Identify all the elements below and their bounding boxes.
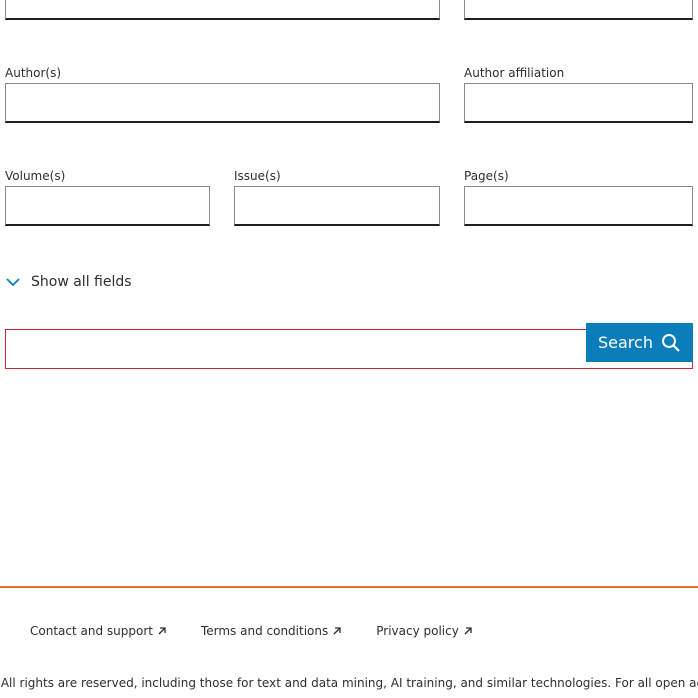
advanced-search-page: Author(s) Author affiliation Volume(s) I…	[0, 0, 698, 698]
volume-label: Volume(s)	[5, 169, 66, 183]
search-icon	[661, 333, 681, 353]
chevron-down-icon	[5, 277, 21, 287]
footer-links: Contact and support Terms and conditions…	[30, 624, 473, 638]
author-label: Author(s)	[5, 66, 62, 80]
author-input[interactable]	[5, 83, 440, 123]
author-affiliation-label: Author affiliation	[464, 66, 565, 80]
page-label: Page(s)	[464, 169, 509, 183]
issue-label: Issue(s)	[234, 169, 281, 183]
footer-link-privacy-policy[interactable]: Privacy policy	[376, 624, 473, 638]
footer-link-terms-conditions[interactable]: Terms and conditions	[201, 624, 342, 638]
volume-input[interactable]	[5, 186, 210, 226]
external-arrow-icon	[332, 626, 342, 636]
external-arrow-icon	[157, 626, 167, 636]
issue-input[interactable]	[234, 186, 440, 226]
search-button[interactable]: Search	[586, 323, 693, 362]
page-input[interactable]	[464, 186, 693, 226]
footer-divider	[0, 586, 698, 588]
external-arrow-icon	[463, 626, 473, 636]
footer-link-label: Privacy policy	[376, 624, 459, 638]
footer-link-label: Terms and conditions	[200, 624, 329, 638]
show-all-fields-toggle[interactable]: Show all fields	[5, 274, 132, 290]
top-left-field[interactable]	[5, 0, 440, 20]
footer-link-contact-support[interactable]: Contact and support	[30, 624, 167, 638]
top-right-field[interactable]	[464, 0, 693, 20]
footer-link-label: Contact and support	[30, 624, 153, 638]
search-button-label: Search	[598, 333, 653, 352]
author-affiliation-input[interactable]	[464, 83, 693, 123]
copyright-notice: rs. All rights are reserved, including t…	[0, 676, 698, 690]
show-all-fields-label: Show all fields	[31, 274, 132, 290]
